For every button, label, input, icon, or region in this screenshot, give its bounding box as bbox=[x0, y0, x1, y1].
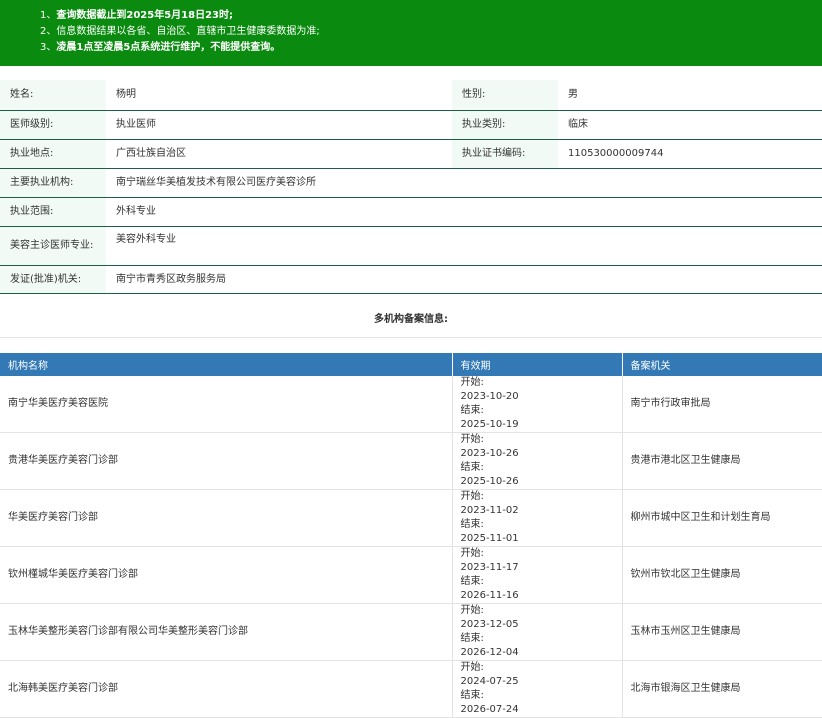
scope-label: 执业范围: bbox=[0, 197, 106, 227]
gender-value: 男 bbox=[558, 80, 822, 111]
org-value: 南宁瑞丝华美植发技术有限公司医疗美容诊所 bbox=[106, 168, 822, 198]
row-authority: 南宁市行政审批局 bbox=[622, 376, 822, 433]
info-row: 姓名: 杨明 性别: 男 bbox=[0, 80, 822, 111]
row-org: 北海韩美医疗美容门诊部 bbox=[0, 660, 453, 718]
table-row: 北海韩美医疗美容门诊部 开始: 2024-07-25 结束: 2026-07-2… bbox=[0, 660, 822, 718]
header-authority: 备案机关 bbox=[622, 353, 822, 376]
name-label: 姓名: bbox=[0, 80, 106, 111]
table-row: 玉林华美整形美容门诊部有限公司华美整形美容门诊部 开始: 2023-12-05 … bbox=[0, 603, 822, 661]
row-end: 结束: 2026-07-24 bbox=[460, 690, 519, 715]
doctor-info-table: 姓名: 杨明 性别: 男 医师级别: 执业医师 执业类别: 临床 执业地点: 广… bbox=[0, 80, 822, 294]
row-validity: 开始: 2024-07-25 结束: 2026-07-24 bbox=[452, 660, 623, 718]
row-validity: 开始: 2023-12-05 结束: 2026-12-04 bbox=[452, 603, 623, 661]
row-org: 贵港华美医疗美容门诊部 bbox=[0, 432, 453, 490]
table-row: 贵港华美医疗美容门诊部 开始: 2023-10-26 结束: 2025-10-2… bbox=[0, 432, 822, 490]
header-validity: 有效期 bbox=[452, 353, 623, 376]
row-org: 钦州槿城华美医疗美容门诊部 bbox=[0, 546, 453, 604]
cosmetic-label: 美容主诊医师专业: bbox=[0, 226, 106, 266]
row-org: 华美医疗美容门诊部 bbox=[0, 489, 453, 547]
cert-label: 执业证书编码: bbox=[452, 139, 558, 169]
filing-table: 机构名称 有效期 备案机关 南宁华美医疗美容医院 开始: 2023-10-20 … bbox=[0, 353, 822, 718]
info-row: 发证(批准)机关: 南宁市青秀区政务服务局 bbox=[0, 265, 822, 294]
cosmetic-value: 美容外科专业 bbox=[106, 226, 822, 266]
row-validity: 开始: 2023-11-02 结束: 2025-11-01 bbox=[452, 489, 623, 547]
org-label: 主要执业机构: bbox=[0, 168, 106, 198]
table-row: 南宁华美医疗美容医院 开始: 2023-10-20 结束: 2025-10-19… bbox=[0, 376, 822, 433]
row-end: 结束: 2025-11-01 bbox=[460, 519, 519, 544]
row-start: 开始: 2023-12-05 bbox=[460, 605, 519, 630]
notice-line-1: 1、查询数据截止到2025年5月18日23时; bbox=[40, 10, 233, 21]
category-label: 执业类别: bbox=[452, 110, 558, 140]
info-row: 执业范围: 外科专业 bbox=[0, 197, 822, 227]
row-start: 开始: 2023-11-17 bbox=[460, 548, 519, 573]
info-row: 美容主诊医师专业: 美容外科专业 bbox=[0, 226, 822, 266]
row-authority: 钦州市钦北区卫生健康局 bbox=[622, 546, 822, 604]
info-row: 医师级别: 执业医师 执业类别: 临床 bbox=[0, 110, 822, 140]
location-value: 广西壮族自治区 bbox=[106, 139, 452, 169]
info-row: 执业地点: 广西壮族自治区 执业证书编码: 110530000009744 bbox=[0, 139, 822, 169]
row-authority: 柳州市城中区卫生和计划生育局 bbox=[622, 489, 822, 547]
row-validity: 开始: 2023-11-17 结束: 2026-11-16 bbox=[452, 546, 623, 604]
row-validity: 开始: 2023-10-26 结束: 2025-10-26 bbox=[452, 432, 623, 490]
table-header-row: 机构名称 有效期 备案机关 bbox=[0, 353, 822, 376]
row-authority: 贵港市港北区卫生健康局 bbox=[622, 432, 822, 490]
category-value: 临床 bbox=[558, 110, 822, 140]
location-label: 执业地点: bbox=[0, 139, 106, 169]
row-end: 结束: 2025-10-19 bbox=[460, 405, 519, 430]
row-end: 结束: 2026-11-16 bbox=[460, 576, 519, 601]
notice-banner: 1、查询数据截止到2025年5月18日23时; 2、信息数据结果以各省、自治区、… bbox=[0, 0, 822, 66]
gender-label: 性别: bbox=[452, 80, 558, 111]
row-authority: 北海市银海区卫生健康局 bbox=[622, 660, 822, 718]
table-row: 华美医疗美容门诊部 开始: 2023-11-02 结束: 2025-11-01 … bbox=[0, 489, 822, 547]
notice-line-2: 2、信息数据结果以各省、自治区、直辖市卫生健康委数据为准; bbox=[40, 26, 320, 37]
row-start: 开始: 2024-07-25 bbox=[460, 662, 519, 687]
level-label: 医师级别: bbox=[0, 110, 106, 140]
row-authority: 玉林市玉州区卫生健康局 bbox=[622, 603, 822, 661]
row-start: 开始: 2023-10-26 bbox=[460, 434, 519, 459]
row-org: 南宁华美医疗美容医院 bbox=[0, 376, 453, 433]
row-end: 结束: 2026-12-04 bbox=[460, 633, 519, 658]
level-value: 执业医师 bbox=[106, 110, 452, 140]
issuer-label: 发证(批准)机关: bbox=[0, 265, 106, 294]
row-start: 开始: 2023-10-20 bbox=[460, 377, 519, 402]
row-validity: 开始: 2023-10-20 结束: 2025-10-19 bbox=[452, 376, 623, 433]
info-row: 主要执业机构: 南宁瑞丝华美植发技术有限公司医疗美容诊所 bbox=[0, 168, 822, 198]
scope-value: 外科专业 bbox=[106, 197, 822, 227]
row-end: 结束: 2025-10-26 bbox=[460, 462, 519, 487]
issuer-value: 南宁市青秀区政务服务局 bbox=[106, 265, 822, 294]
name-value: 杨明 bbox=[106, 80, 452, 111]
row-org: 玉林华美整形美容门诊部有限公司华美整形美容门诊部 bbox=[0, 603, 453, 661]
header-org: 机构名称 bbox=[0, 353, 453, 376]
row-start: 开始: 2023-11-02 bbox=[460, 491, 519, 516]
table-row: 钦州槿城华美医疗美容门诊部 开始: 2023-11-17 结束: 2026-11… bbox=[0, 546, 822, 604]
filing-section-title: 多机构备案信息: bbox=[0, 309, 822, 338]
notice-line-3: 3、凌晨1点至凌晨5点系统进行维护，不能提供查询。 bbox=[40, 42, 281, 53]
cert-value: 110530000009744 bbox=[558, 139, 822, 169]
